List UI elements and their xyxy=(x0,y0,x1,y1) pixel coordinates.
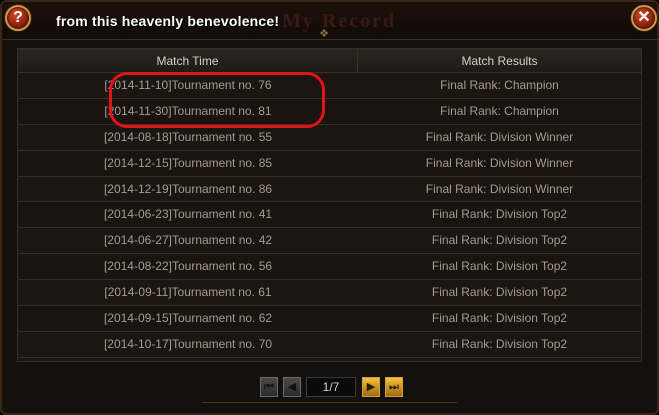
match-result-cell: Final Rank: Division Winner xyxy=(425,155,574,170)
match-result-cell: Final Rank: Division Top2 xyxy=(431,233,568,248)
match-time-cell: [2014-08-22]Tournament no. 56 xyxy=(103,259,273,274)
pagination: ⏮ ◀ 1/7 ▶ ⏭ xyxy=(260,377,408,397)
match-time-cell: [2014-09-15]Tournament no. 62 xyxy=(103,311,273,326)
next-page-button[interactable]: ▶ xyxy=(362,377,380,397)
match-result-cell: Final Rank: Division Winner xyxy=(425,129,574,144)
column-header-match-results: Match Results xyxy=(461,54,538,68)
table-row: [2014-12-19]Tournament no. 86 Final Rank:… xyxy=(18,176,641,203)
match-time-cell: [2014-08-18]Tournament no. 55 xyxy=(103,129,273,144)
highlight-annotation xyxy=(109,72,325,128)
ornament-icon: ❖ xyxy=(319,28,329,40)
window-title: My Record xyxy=(282,10,397,32)
table-row: [2014-08-18]Tournament no. 55 Final Rank:… xyxy=(18,124,641,151)
match-result-cell: Final Rank: Division Top2 xyxy=(431,336,568,351)
column-header-match-time: Match Time xyxy=(18,49,358,72)
last-page-button[interactable]: ⏭ xyxy=(385,377,403,397)
match-time-cell: [2014-09-11]Tournament no. 61 xyxy=(104,285,272,300)
banner-message: from this heavenly benevolence! xyxy=(56,13,280,29)
table-header: Match Time Match Results xyxy=(18,49,641,73)
table-row: [2014-09-15]Tournament no. 62 Final Rank:… xyxy=(18,306,641,332)
page-indicator: 1/7 xyxy=(306,377,356,397)
match-time-cell: [2014-12-19]Tournament no. 86 xyxy=(103,181,273,196)
table-row: [2014-10-17]Tournament no. 70 Final Rank:… xyxy=(18,331,641,358)
table-row: [2014-12-15]Tournament no. 85 Final Rank:… xyxy=(18,150,641,177)
table-row: [2014-06-23]Tournament no. 41 Final Rank:… xyxy=(18,202,641,229)
bottom-ornament xyxy=(202,402,457,413)
match-result-cell: Final Rank: Division Winner xyxy=(425,181,574,196)
match-result-cell: Final Rank: Champion xyxy=(440,103,559,118)
match-result-cell: Final Rank: Division Top2 xyxy=(431,259,568,274)
table-row: [2014-08-22]Tournament no. 56 Final Rank:… xyxy=(18,254,641,281)
match-result-cell: Final Rank: Division Top2 xyxy=(431,311,568,326)
match-result-cell: Final Rank: Division Top2 xyxy=(431,285,568,300)
prev-page-button[interactable]: ◀ xyxy=(283,377,301,397)
match-time-cell: [2014-06-23]Tournament no. 41 xyxy=(103,207,273,222)
match-result-cell: Final Rank: Champion xyxy=(440,78,559,92)
record-window: My Record ❖ from this heavenly benevolen… xyxy=(0,0,659,415)
title-bar: My Record ❖ from this heavenly benevolen… xyxy=(2,2,657,40)
match-result-cell: Final Rank: Division Top2 xyxy=(431,207,568,222)
match-time-cell: [2014-12-15]Tournament no. 85 xyxy=(103,155,273,170)
help-button[interactable]: ? xyxy=(5,5,31,31)
table-row: [2014-06-27]Tournament no. 42 Final Rank:… xyxy=(18,228,641,255)
match-time-cell: [2014-10-17]Tournament no. 70 xyxy=(103,336,273,351)
first-page-button[interactable]: ⏮ xyxy=(260,377,278,397)
match-time-cell: [2014-06-27]Tournament no. 42 xyxy=(103,233,273,248)
table-row: [2014-09-11]Tournament no. 61 Final Rank:… xyxy=(18,280,641,307)
close-button[interactable]: ✕ xyxy=(631,5,657,31)
